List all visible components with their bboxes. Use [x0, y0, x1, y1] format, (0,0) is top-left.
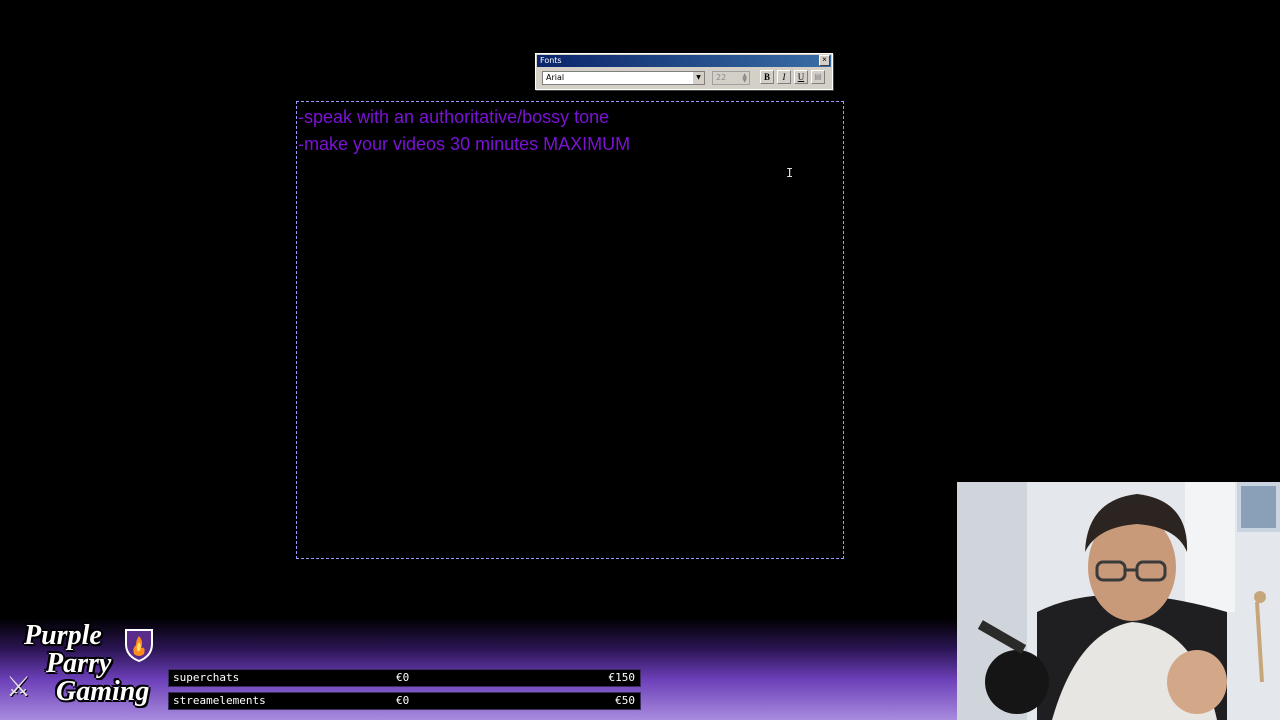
italic-button[interactable]: I	[777, 70, 791, 84]
goal-current: €0	[396, 694, 410, 707]
fonts-toolbar-title: Fonts	[537, 55, 831, 67]
goal-label: streamelements	[173, 694, 266, 707]
fonts-title-text: Fonts	[540, 56, 562, 65]
channel-logo: Purple Parry Gaming ⚔	[6, 620, 164, 718]
font-name-select[interactable]: Arial ▼	[542, 71, 705, 85]
goal-target: €50	[615, 694, 635, 707]
underline-button[interactable]: U	[794, 70, 808, 84]
goal-label: superchats	[173, 671, 240, 684]
font-size-field[interactable]: 22 ▲ ▼	[712, 71, 750, 85]
streamer-image	[957, 482, 1280, 720]
bold-button[interactable]: B	[760, 70, 774, 84]
text-cursor-icon: I	[786, 166, 794, 180]
sword-icon: ⚔	[6, 671, 32, 702]
text-line-2: -make your videos 30 minutes MAXIMUM	[298, 134, 631, 154]
webcam-feed	[957, 482, 1280, 720]
text-line-1: -speak with an authoritative/bossy tone	[298, 107, 610, 127]
goal-row: superchats €0 €150	[168, 669, 641, 687]
chevron-down-icon[interactable]: ▼	[693, 72, 704, 84]
spin-arrows-icon[interactable]: ▲ ▼	[742, 73, 747, 84]
vertical-text-button[interactable]: ▤	[811, 70, 825, 84]
fonts-toolbar: Fonts × Arial ▼ 22 ▲ ▼ B I U ▤	[535, 53, 833, 90]
goal-row: streamelements €0 €50	[168, 692, 641, 710]
font-name-value: Arial	[546, 73, 565, 82]
logo-line-3: Gaming	[56, 676, 150, 707]
goal-current: €0	[396, 671, 410, 684]
font-size-value: 22	[716, 73, 727, 82]
donation-goals: superchats €0 €150 streamelements €0 €50	[168, 669, 641, 715]
goal-target: €150	[608, 671, 636, 684]
shield-icon	[125, 629, 153, 662]
close-icon[interactable]: ×	[819, 55, 830, 66]
text-box[interactable]: -speak with an authoritative/bossy tone …	[296, 101, 844, 559]
